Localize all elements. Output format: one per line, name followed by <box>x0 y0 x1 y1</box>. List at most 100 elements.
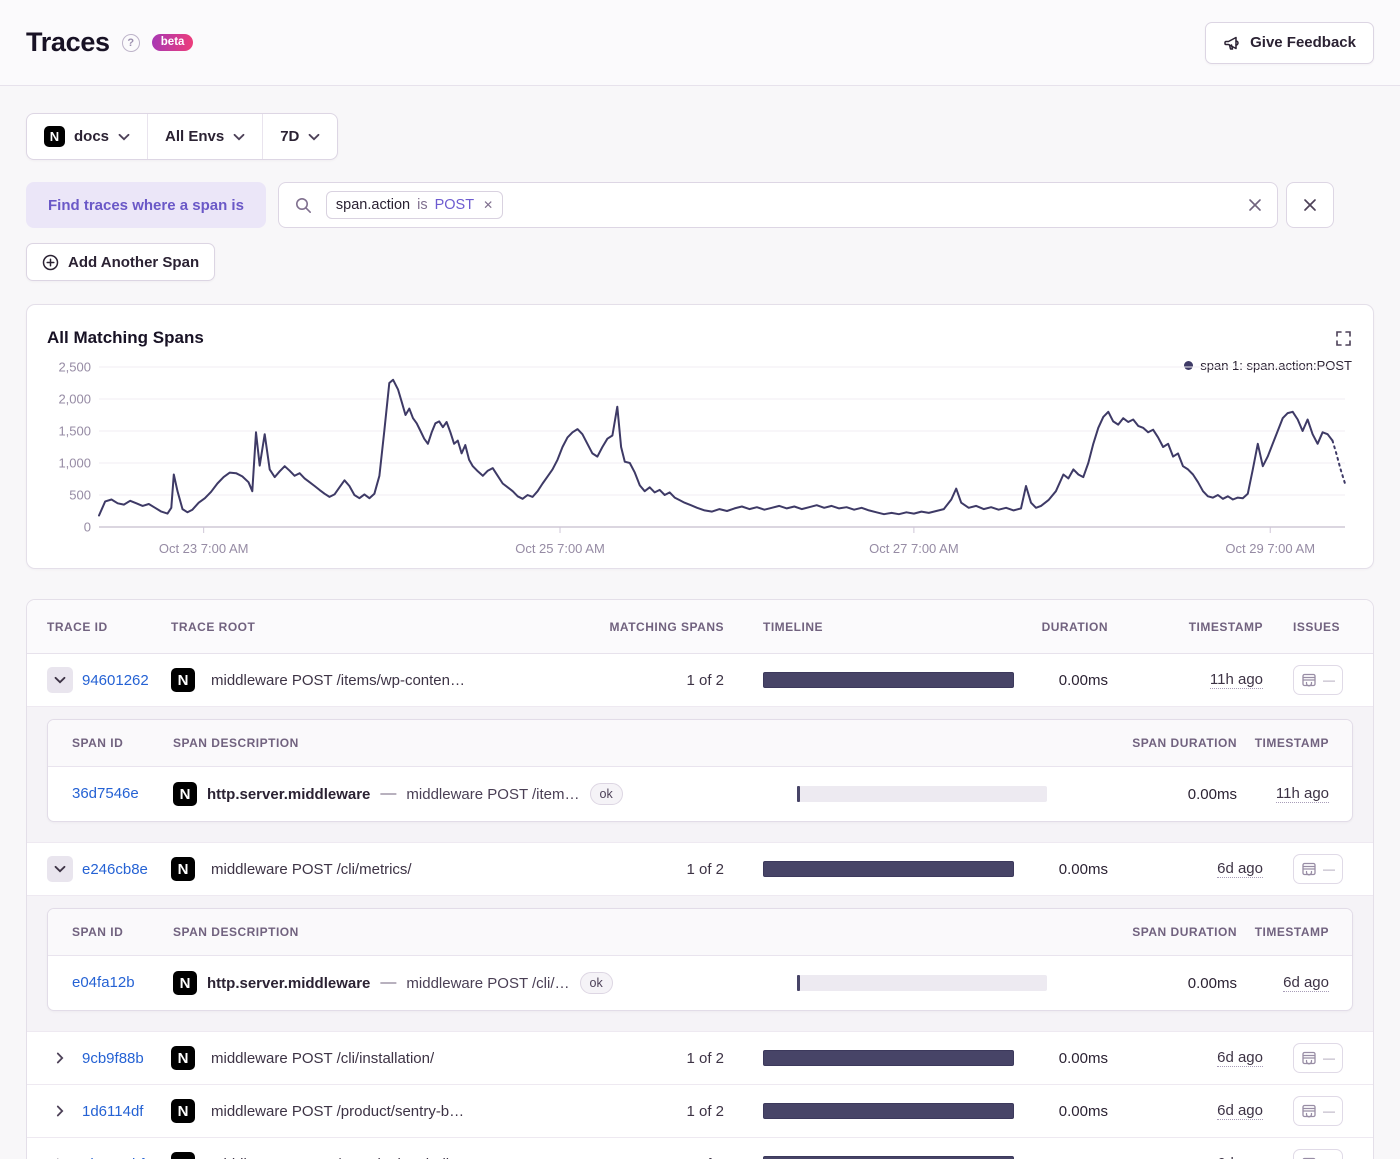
trace-timestamp[interactable]: 11h ago <box>1209 671 1263 689</box>
timeline-bar[interactable] <box>763 861 1014 877</box>
matching-spans-count: 1 of 2 <box>686 671 724 689</box>
chevron-down-icon <box>118 133 130 141</box>
span-duration: 0.00ms <box>1187 785 1237 803</box>
date-range-filter[interactable]: 7D <box>262 114 337 159</box>
environment-filter-value: All Envs <box>165 128 225 145</box>
col-span-description: SPAN DESCRIPTION <box>173 925 299 939</box>
trace-duration: 0.00ms <box>1058 1049 1108 1067</box>
span-id-link[interactable]: 36d7546e <box>72 785 139 802</box>
timeline-bar[interactable] <box>763 1103 1014 1119</box>
date-range-filter-value: 7D <box>280 128 300 145</box>
nextjs-icon: N <box>171 668 195 692</box>
expanded-spans-section: SPAN ID SPAN DESCRIPTION SPAN DURATION T… <box>27 896 1373 1032</box>
collapse-trace-button[interactable] <box>47 856 73 882</box>
span-op: http.server.middleware <box>207 974 371 992</box>
project-filter[interactable]: N docs <box>27 114 147 159</box>
help-icon[interactable]: ? <box>121 33 140 52</box>
nextjs-icon: N <box>171 1046 195 1070</box>
issues-button[interactable]: — <box>1293 854 1343 884</box>
add-another-span-button[interactable]: Add Another Span <box>26 243 216 281</box>
svg-text:500: 500 <box>69 488 91 503</box>
traces-table: TRACE ID TRACE ROOT MATCHING SPANS TIMEL… <box>26 599 1374 1159</box>
trace-timestamp[interactable]: 6d ago <box>1217 1049 1263 1067</box>
trace-duration: 0.00ms <box>1058 860 1108 878</box>
chevron-down-icon <box>233 133 245 141</box>
col-trace-root: TRACE ROOT <box>171 619 256 634</box>
trace-id-link[interactable]: 9cb9f88b <box>82 1050 144 1067</box>
environment-filter[interactable]: All Envs <box>147 114 262 159</box>
trace-root-text: middleware POST /cli/installation/ <box>211 1049 435 1067</box>
span-row[interactable]: 36d7546e N http.server.middleware — midd… <box>48 767 1352 821</box>
svg-text:Oct 23 7:00 AM: Oct 23 7:00 AM <box>159 541 249 556</box>
svg-text:Oct 25 7:00 AM: Oct 25 7:00 AM <box>515 541 605 556</box>
timeline-bar[interactable] <box>763 1050 1014 1066</box>
trace-root-text: middleware POST /product/sentry-b… <box>211 1102 465 1120</box>
search-filter-token[interactable]: span.action is POST ✕ <box>325 191 504 219</box>
no-issues-dash: — <box>1323 1051 1335 1065</box>
issues-button[interactable]: — <box>1293 1043 1343 1073</box>
fullscreen-icon[interactable] <box>1336 331 1351 349</box>
issues-button[interactable]: — <box>1293 665 1343 695</box>
col-span-timestamp: TIMESTAMP <box>1254 925 1329 939</box>
col-timeline: TIMELINE <box>763 619 823 634</box>
expand-trace-button[interactable] <box>47 1045 73 1071</box>
span-timestamp[interactable]: 11h ago <box>1275 785 1329 803</box>
col-issues: ISSUES <box>1293 619 1341 634</box>
svg-text:Oct 27 7:00 AM: Oct 27 7:00 AM <box>869 541 959 556</box>
trace-row[interactable]: 94601262 N middleware POST /items/wp-con… <box>27 654 1373 707</box>
issues-button[interactable]: — <box>1293 1096 1343 1126</box>
expand-trace-button[interactable] <box>47 1098 73 1124</box>
svg-text:Oct 29 7:00 AM: Oct 29 7:00 AM <box>1225 541 1315 556</box>
timeline-bar[interactable] <box>763 672 1014 688</box>
matching-spans-count: 1 of 2 <box>686 1049 724 1067</box>
issue-icon <box>1302 1051 1316 1065</box>
col-span-duration: SPAN DURATION <box>1132 925 1237 939</box>
trace-root-text: middleware POST /items/wp-conten… <box>211 671 465 689</box>
trace-timestamp[interactable]: 6d ago <box>1217 860 1263 878</box>
trace-id-link[interactable]: 94601262 <box>82 672 149 689</box>
nextjs-icon: N <box>171 857 195 881</box>
trace-duration: 0.00ms <box>1058 671 1108 689</box>
col-matching-spans: MATCHING SPANS <box>609 619 724 634</box>
trace-id-link[interactable]: 5b72a6bf <box>82 1156 145 1159</box>
span-op: http.server.middleware <box>207 785 371 803</box>
span-timeline-bar[interactable] <box>797 786 1047 802</box>
trace-id-link[interactable]: e246cb8e <box>82 861 148 878</box>
span-timeline-bar[interactable] <box>797 975 1047 991</box>
span-search-input[interactable]: span.action is POST ✕ <box>277 182 1278 228</box>
trace-timestamp[interactable]: 6d ago <box>1217 1102 1263 1120</box>
col-span-description: SPAN DESCRIPTION <box>173 736 299 750</box>
nextjs-icon: N <box>173 782 197 806</box>
give-feedback-button[interactable]: Give Feedback <box>1205 21 1374 64</box>
remove-token-icon[interactable]: ✕ <box>481 198 493 212</box>
span-id-link[interactable]: e04fa12b <box>72 974 135 991</box>
no-issues-dash: — <box>1323 1104 1335 1118</box>
span-timestamp[interactable]: 6d ago <box>1283 974 1329 992</box>
collapse-trace-button[interactable] <box>47 667 73 693</box>
trace-row[interactable]: e246cb8e N middleware POST /cli/metrics/… <box>27 843 1373 896</box>
traces-table-header: TRACE ID TRACE ROOT MATCHING SPANS TIMEL… <box>27 600 1373 654</box>
trace-row[interactable]: 9cb9f88b N middleware POST /cli/installa… <box>27 1032 1373 1085</box>
clear-search-button[interactable] <box>1247 197 1263 213</box>
issue-icon <box>1302 862 1316 876</box>
remove-span-condition-button[interactable] <box>1285 182 1334 228</box>
span-description: middleware POST /item… <box>406 785 580 803</box>
nextjs-icon: N <box>171 1099 195 1123</box>
expanded-spans-section: SPAN ID SPAN DESCRIPTION SPAN DURATION T… <box>27 707 1373 843</box>
trace-timestamp[interactable]: 6d ago <box>1217 1155 1263 1159</box>
add-another-span-label: Add Another Span <box>68 253 200 271</box>
col-trace-id: TRACE ID <box>47 619 108 634</box>
col-span-id: SPAN ID <box>72 736 124 750</box>
issue-icon <box>1302 673 1316 687</box>
span-row[interactable]: e04fa12b N http.server.middleware — midd… <box>48 956 1352 1010</box>
trace-id-link[interactable]: 1d6114df <box>82 1103 143 1120</box>
svg-text:1,500: 1,500 <box>58 424 91 439</box>
issue-icon <box>1302 1104 1316 1118</box>
issues-button[interactable]: — <box>1293 1149 1343 1159</box>
svg-text:1,000: 1,000 <box>58 456 91 471</box>
col-span-id: SPAN ID <box>72 925 124 939</box>
matching-spans-count: 1 of 2 <box>594 1156 724 1159</box>
trace-row[interactable]: 1d6114df N middleware POST /product/sent… <box>27 1085 1373 1138</box>
trace-row[interactable]: 5b72a6bf N middleware POST /security-leg… <box>27 1138 1373 1159</box>
expand-trace-button[interactable] <box>47 1151 73 1159</box>
